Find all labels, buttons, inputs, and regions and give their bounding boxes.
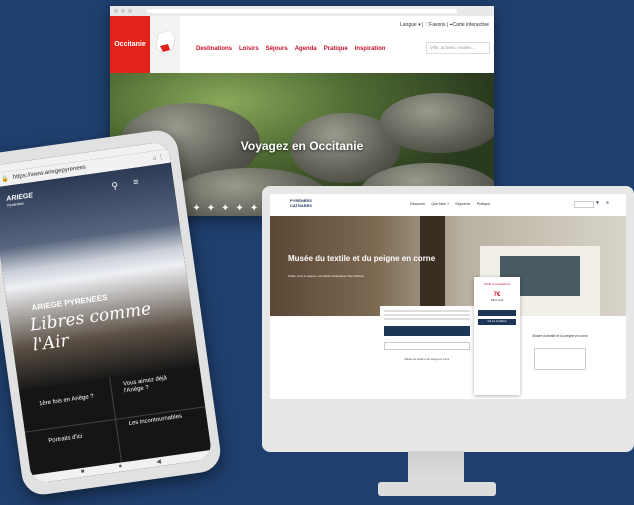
logo-text: Occitanie xyxy=(114,41,146,48)
conditions-button[interactable]: Voir les conditions xyxy=(478,319,516,325)
content-heading: Musée du textile et du peigne en corne xyxy=(404,358,450,361)
nav-item-pratique[interactable]: Pratique xyxy=(324,46,348,52)
menu-icon[interactable]: ≡ xyxy=(606,200,609,206)
window-control-icon[interactable] xyxy=(114,9,118,13)
hero-subtitle: Textile, corne et peignes, une histoire … xyxy=(288,275,364,278)
monitor-base xyxy=(378,482,496,496)
sparkle-decoration: ✦✦✦✦✦✦ xyxy=(178,203,265,214)
search-icon[interactable]: ⚲ xyxy=(111,180,119,192)
nav-item-sejourner[interactable]: Séjourner xyxy=(455,202,471,206)
book-button[interactable] xyxy=(478,310,516,316)
content-column: Musée du textile et du peigne en corne xyxy=(380,306,474,396)
home-icon[interactable]: ⌂ ⋮ xyxy=(152,152,170,162)
hero-title: Musée du textile et du peigne en corne xyxy=(288,254,436,263)
browser-chrome xyxy=(110,6,494,16)
main-nav: Destinations Loisirs Séjours Agenda Prat… xyxy=(196,46,385,52)
window-control-icon[interactable] xyxy=(121,9,125,13)
price-unit: Plein tarif xyxy=(490,298,504,302)
nav-item-sejours[interactable]: Séjours xyxy=(266,46,288,52)
phone-hero-image: ARIEGE Pyrénées ⚲ ≡ ARIEGE PYRENEES Libr… xyxy=(0,162,200,391)
tile-already-love[interactable]: Vous aimez déjà l'Ariège ? xyxy=(123,373,184,395)
home-button-icon[interactable]: ● xyxy=(118,463,122,469)
search-input[interactable]: Ville, activité, musée... xyxy=(426,42,490,54)
site-nav: Découvrir Que faire ? Séjourner Pratique xyxy=(410,202,490,206)
right-column: Musée du textile et du peigne en corne xyxy=(530,334,590,370)
address-bar[interactable] xyxy=(147,9,457,13)
desktop-monitor: PYRÉNÉES CATHARES Découvrir Que faire ? … xyxy=(262,186,634,452)
logo-line: CATHARES xyxy=(290,202,312,208)
map-box[interactable] xyxy=(534,348,586,370)
site-logo[interactable]: PYRÉNÉES CATHARES xyxy=(290,198,312,208)
building-column xyxy=(420,216,445,316)
favorites-link[interactable]: Favoris xyxy=(429,22,445,28)
site-hero-image: Musée du textile et du peigne en corne T… xyxy=(270,216,626,316)
price-card: Tarifs et prestations 7€ Plein tarif Voi… xyxy=(474,277,520,395)
site-header: PYRÉNÉES CATHARES Découvrir Que faire ? … xyxy=(270,194,626,217)
france-map-icon xyxy=(150,16,180,73)
monitor-screen: PYRÉNÉES CATHARES Découvrir Que faire ? … xyxy=(270,194,626,399)
lock-icon: 🔒 xyxy=(1,175,10,183)
top-links: Langue ▾ | ♡Favoris | ⌖Carte interactive xyxy=(400,22,489,28)
window-control-icon[interactable] xyxy=(128,9,132,13)
nav-item-que-faire[interactable]: Que faire ? xyxy=(431,202,449,206)
recent-apps-icon[interactable]: ■ xyxy=(81,469,85,475)
language-link[interactable]: Langue xyxy=(400,22,417,28)
section-bar xyxy=(384,326,470,336)
phone-screen: 🔒 https://www.ariegepyrenees ⌂ ⋮ ARIEGE … xyxy=(0,140,213,485)
interactive-map-link[interactable]: Carte interactive xyxy=(452,22,488,28)
nav-item-pratique[interactable]: Pratique xyxy=(477,202,490,206)
occitanie-header: Occitanie Langue ▾ | ♡Favoris | ⌖Carte i… xyxy=(110,16,494,73)
menu-icon[interactable]: ≡ xyxy=(132,176,139,187)
nav-item-agenda[interactable]: Agenda xyxy=(295,46,317,52)
nav-item-inspiration[interactable]: Inspiration xyxy=(355,46,386,52)
right-text: Musée du textile et du peigne en corne xyxy=(532,334,588,338)
nav-item-destinations[interactable]: Destinations xyxy=(196,46,232,52)
nav-item-loisirs[interactable]: Loisirs xyxy=(239,46,259,52)
search-input[interactable] xyxy=(574,201,594,208)
heart-icon[interactable]: ♥ xyxy=(596,200,599,206)
occitanie-logo[interactable]: Occitanie xyxy=(110,16,150,73)
nav-item-decouvrir[interactable]: Découvrir xyxy=(410,202,425,206)
ariege-logo[interactable]: ARIEGE Pyrénées xyxy=(6,192,34,208)
date-input[interactable] xyxy=(384,342,470,350)
back-icon[interactable]: ◀ xyxy=(156,458,161,466)
price-card-heading: Tarifs et prestations xyxy=(483,282,510,286)
tile-first-time[interactable]: 1ère fois en Ariège ? xyxy=(39,394,94,409)
tile-portraits[interactable]: Portraits d'ici xyxy=(48,434,83,446)
